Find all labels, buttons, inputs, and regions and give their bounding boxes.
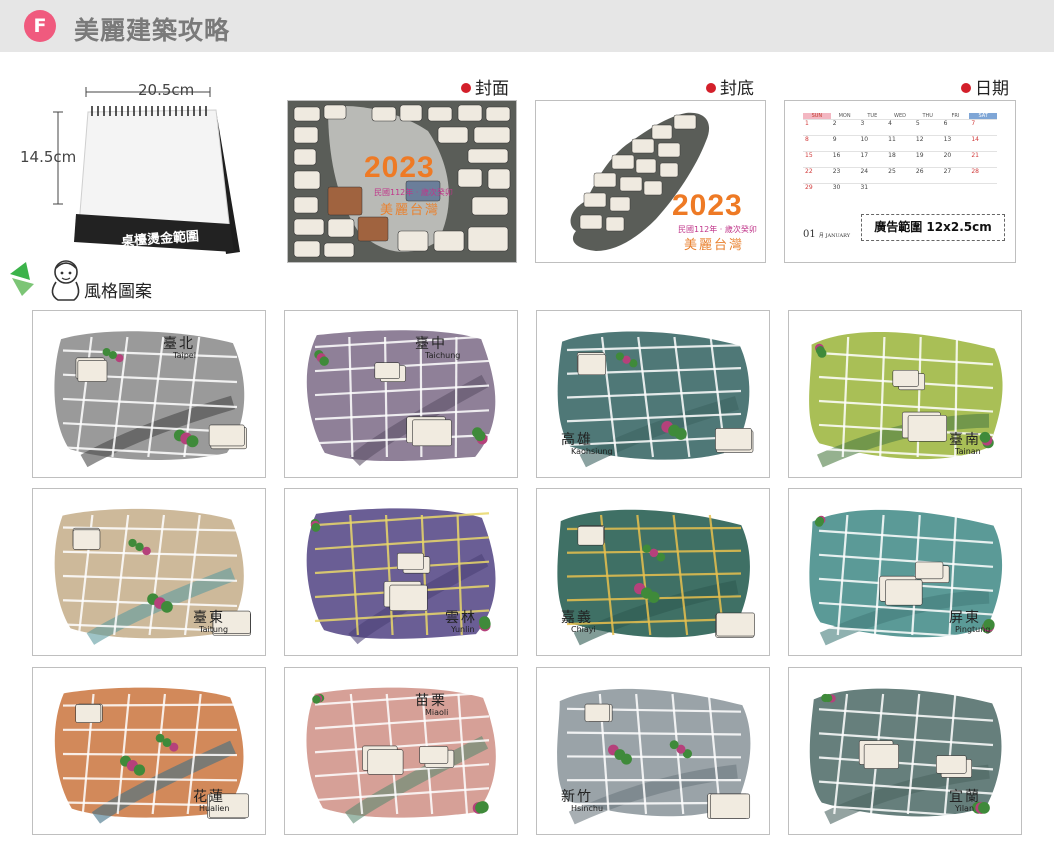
city-map-illustration xyxy=(306,330,496,467)
city-card: 臺南 Tainan xyxy=(788,310,1022,478)
city-name-en: Hualien xyxy=(199,804,230,813)
week-row: 15 16 17 18 19 20 21 xyxy=(803,151,997,167)
week-row: 8 9 10 11 12 13 14 xyxy=(803,135,997,151)
city-name-en: Chiayi xyxy=(571,625,596,634)
city-name-en: Yunlin xyxy=(451,625,475,634)
section-header: F 美麗建築攻略 xyxy=(0,0,1054,52)
city-name-zh: 雲林 xyxy=(445,610,477,626)
week-row: 22 23 24 25 26 27 28 xyxy=(803,167,997,183)
width-dimension: 20.5cm xyxy=(138,81,195,99)
city-card: 臺北 Taipei xyxy=(32,310,266,478)
city-name-zh: 臺南 xyxy=(949,432,981,448)
ad-area-label: 廣告範圍 12x2.5cm xyxy=(861,214,1005,241)
city-name-en: Taipei xyxy=(173,351,196,360)
height-dimension: 14.5cm xyxy=(20,148,77,166)
date-title: 日期 xyxy=(961,74,1009,99)
back-preview: 2023 民國112年 · 歲次癸卯 美麗台灣 xyxy=(535,100,766,263)
city-name-zh: 屏東 xyxy=(949,610,981,626)
city-name-zh: 嘉義 xyxy=(561,610,593,626)
city-name-zh: 新竹 xyxy=(561,789,593,805)
city-map-illustration xyxy=(54,331,247,468)
city-name-zh: 臺北 xyxy=(163,336,195,352)
city-name-en: Tainan xyxy=(955,447,981,456)
city-name-zh: 臺東 xyxy=(193,610,225,626)
section-title: 美麗建築攻略 xyxy=(74,16,231,45)
city-map-illustration xyxy=(809,331,1003,468)
city-name-zh: 苗栗 xyxy=(415,693,447,709)
red-dot-icon xyxy=(961,83,971,93)
city-name-en: Yilan xyxy=(955,804,975,813)
city-card: 臺東 Taitung xyxy=(32,488,266,656)
city-name-en: Taitung xyxy=(199,625,229,634)
city-name-en: Taichung xyxy=(425,351,461,360)
city-map-illustration xyxy=(306,687,496,824)
month-label: 01 月 JANUARY xyxy=(803,229,851,240)
city-name-en: Miaoli xyxy=(425,708,449,717)
city-card: 苗栗 Miaoli xyxy=(284,667,518,835)
city-card: 雲林 Yunlin xyxy=(284,488,518,656)
date-preview: SUN MON TUE WED THU FRI SAT 1234567 8 9 10… xyxy=(784,100,1016,263)
city-card: 嘉義 Chiayi xyxy=(536,488,770,656)
desk-calendar-illustration: 20.5cm 14.5cm 桌檯燙金範圍 xyxy=(20,76,250,256)
city-card: 花蓮 Hualien xyxy=(32,667,266,835)
city-map-illustration xyxy=(54,687,249,824)
city-name-zh: 花蓮 xyxy=(193,789,225,805)
cover-year: 2023 xyxy=(364,151,435,184)
city-name-zh: 宜蘭 xyxy=(949,789,981,805)
city-card: 屏東 Pingtung xyxy=(788,488,1022,656)
style-section-title: 風格圖案 xyxy=(84,282,152,302)
back-title: 封底 xyxy=(706,74,754,99)
city-card: 臺中 Taichung xyxy=(284,310,518,478)
weekday-row: SUN MON TUE WED THU FRI SAT xyxy=(803,113,998,119)
cover-preview: 2023 民國112年 · 歲次癸卯 美麗台灣 xyxy=(287,100,517,263)
red-dot-icon xyxy=(706,83,716,93)
back-name: 美麗台灣 xyxy=(684,238,745,253)
red-dot-icon xyxy=(461,83,471,93)
city-map-illustration xyxy=(54,508,251,645)
calendar-grid: SUN MON TUE WED THU FRI SAT 1234567 8 9 10… xyxy=(803,113,998,199)
city-map-illustration xyxy=(306,508,496,645)
week-row: 1234567 xyxy=(803,119,997,135)
city-name-zh: 高雄 xyxy=(561,432,593,448)
city-name-zh: 臺中 xyxy=(415,336,447,352)
city-name-en: Kaohsiung xyxy=(571,447,613,456)
city-map-illustration xyxy=(809,688,1002,825)
cover-title: 封面 xyxy=(461,74,509,99)
section-badge: F xyxy=(24,10,56,42)
cover-name: 美麗台灣 xyxy=(380,203,441,218)
city-name-en: Hsinchu xyxy=(571,804,604,813)
city-card: 新竹 Hsinchu xyxy=(536,667,770,835)
city-card: 高雄 Kaohsiung xyxy=(536,310,770,478)
cover-subtitle: 民國112年 · 歲次癸卯 xyxy=(374,188,453,197)
back-year: 2023 xyxy=(672,189,743,222)
week-row: 29 30 31 xyxy=(803,183,997,199)
city-name-en: Pingtung xyxy=(955,625,991,634)
city-card: 宜蘭 Yilan xyxy=(788,667,1022,835)
